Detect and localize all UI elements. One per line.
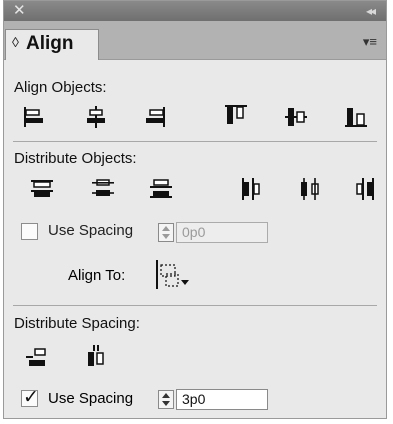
align-to-selection-icon [156,260,189,289]
spacing-use-spacing-checkbox[interactable]: ✓ [21,387,39,408]
stepper-up-icon [162,393,170,398]
tab-strip: ◊ Align ▾≡ [4,21,386,60]
align-top-edges-icon[interactable] [224,103,248,127]
tab-align[interactable]: ◊ Align [5,29,99,60]
panel-titlebar[interactable]: ✕ ◂◂ [4,1,386,21]
align-panel: ✕ ◂◂ ◊ Align ▾≡ Align Objects: Distribut… [3,0,387,419]
stepper-up-icon [162,226,170,231]
spacing-use-spacing-label: Use Spacing [48,390,134,407]
align-to-label: Align To: [68,267,126,284]
align-right-edges-icon[interactable] [144,105,168,129]
divider [13,305,377,306]
distribute-left-edges-icon[interactable] [239,177,263,201]
collapse-icon[interactable]: ◂◂ [366,2,376,20]
distribute-horizontal-centers-icon[interactable] [298,177,322,201]
tab-options-icon[interactable]: ◊ [12,34,19,50]
panel-menu-icon[interactable]: ▾≡ [363,34,377,50]
distribute-bottom-edges-icon[interactable] [149,177,173,201]
spacing-value-field[interactable]: 3p0 [176,389,268,410]
stepper-down-icon [162,401,170,406]
distribute-use-spacing-checkbox[interactable] [21,223,38,240]
distribute-spacing-field[interactable]: 0p0 [176,222,268,243]
divider [13,141,377,142]
align-objects-label: Align Objects: [14,79,107,96]
stepper-down-icon [162,234,170,239]
align-bottom-edges-icon[interactable] [344,105,368,129]
align-horizontal-centers-icon[interactable] [84,105,108,129]
align-vertical-centers-icon[interactable] [284,105,308,129]
distribute-spacing-stepper[interactable] [158,223,174,242]
distribute-vertical-centers-icon[interactable] [91,177,115,201]
align-left-edges-icon[interactable] [21,105,45,129]
distribute-top-edges-icon[interactable] [30,177,54,201]
align-to-selection-dropdown[interactable] [155,259,193,291]
distribute-objects-label: Distribute Objects: [14,150,137,167]
distribute-spacing-label: Distribute Spacing: [14,315,140,332]
checkmark-icon: ✓ [23,387,39,408]
distribute-vertical-space-icon[interactable] [25,346,49,370]
distribute-use-spacing-label: Use Spacing [48,222,134,239]
distribute-horizontal-space-icon[interactable] [85,344,109,368]
spacing-stepper[interactable] [158,390,174,409]
close-icon[interactable]: ✕ [13,2,26,20]
distribute-right-edges-icon[interactable] [354,177,378,201]
tab-title: Align [26,33,74,54]
